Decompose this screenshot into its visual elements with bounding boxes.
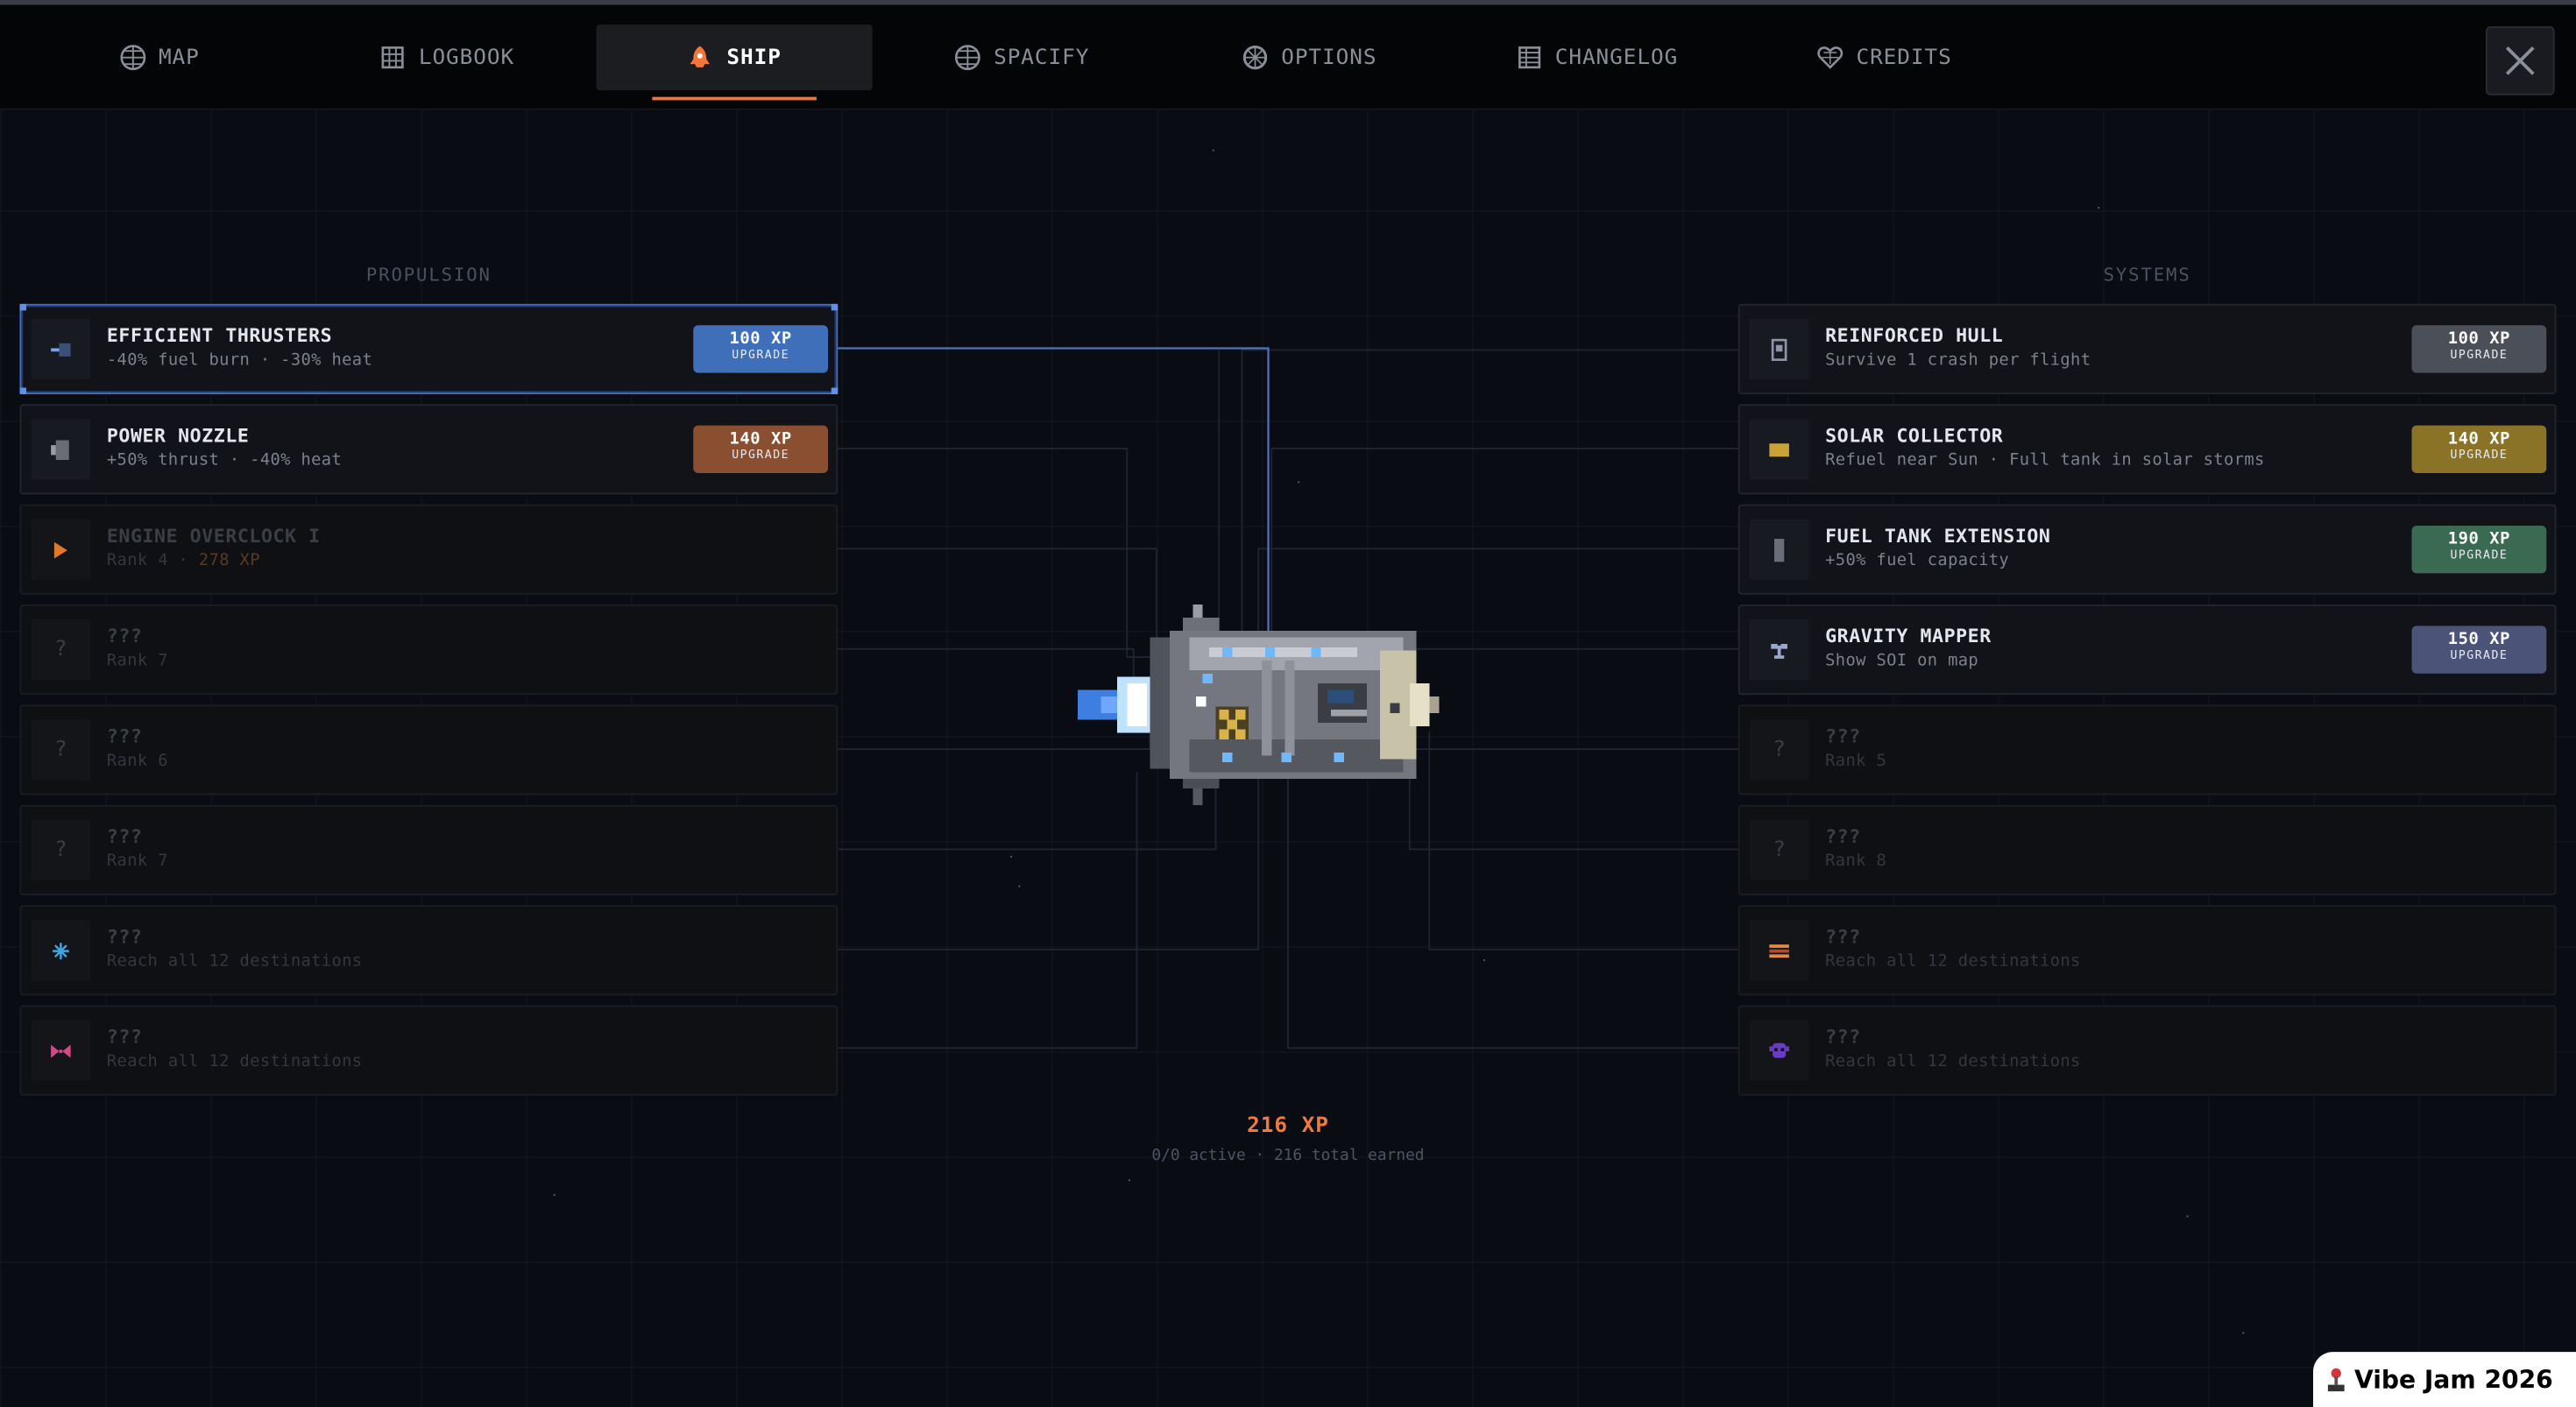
- ship-upgrades-screen: MAP LOGBOOK SHIP SPACIFY OPTIONS CHANGEL…: [0, 0, 2576, 1407]
- upgrade-label: UPGRADE: [2450, 548, 2509, 562]
- upgrade-cost: 190 XP: [2447, 530, 2510, 549]
- card-subtitle: Reach all 12 destinations: [1825, 952, 2081, 972]
- upgrade-cost: 140 XP: [729, 430, 792, 449]
- xp-summary: 0/0 active · 216 total earned: [1124, 1147, 1453, 1165]
- badge-label: Vibe Jam 2026: [2353, 1365, 2553, 1395]
- upgrade-card-fuel-tank-extension[interactable]: FUEL TANK EXTENSION +50% fuel capacity 1…: [1737, 504, 2557, 595]
- upgrade-card-gravity-mapper[interactable]: GRAVITY MAPPER Show SOI on map 150 XP UP…: [1737, 605, 2557, 696]
- card-subtitle: Rank 7: [106, 652, 168, 670]
- card-subtitle: Rank 6: [106, 752, 168, 771]
- question-icon: ?: [1749, 719, 1809, 781]
- card-subtitle: Reach all 12 destinations: [1825, 1052, 2081, 1071]
- locked-card: ? ??? Rank 7: [19, 804, 839, 895]
- card-subtitle: Survive 1 crash per flight: [1825, 351, 2091, 370]
- upgrade-card-reinforced-hull[interactable]: REINFORCED HULL Survive 1 crash per flig…: [1737, 303, 2557, 394]
- upgrade-label: UPGRADE: [732, 348, 790, 362]
- xp-balance: 216 XP: [1247, 1114, 1329, 1139]
- thruster-icon: [31, 318, 91, 380]
- upgrade-card-efficient-thrusters[interactable]: EFFICIENT THRUSTERS -40% fuel burn · -30…: [19, 303, 839, 394]
- systems-title: SYSTEMS: [2103, 264, 2191, 286]
- card-title: ???: [106, 824, 143, 848]
- card-subtitle: Rank 5: [1825, 752, 1887, 771]
- bowtie-icon: [31, 1020, 91, 1081]
- achievement-card: ??? Reach all 12 destinations: [1737, 905, 2557, 996]
- upgrade-label: UPGRADE: [2450, 348, 2509, 362]
- propulsion-title: PROPULSION: [365, 264, 492, 286]
- card-title: ???: [1825, 924, 1861, 948]
- fuel-tank-icon: [1749, 519, 1809, 580]
- card-title: ???: [106, 724, 143, 748]
- hull-icon: [1749, 318, 1809, 380]
- upgrade-label: UPGRADE: [732, 448, 790, 462]
- upgrade-label: UPGRADE: [2450, 448, 2509, 462]
- question-icon: ?: [1749, 819, 1809, 880]
- card-subtitle: +50% thrust · -40% heat: [106, 451, 343, 470]
- question-icon: ?: [31, 719, 91, 781]
- vibe-jam-badge[interactable]: Vibe Jam 2026: [2313, 1352, 2576, 1407]
- upgrade-button[interactable]: 140 XP UPGRADE: [2411, 425, 2547, 473]
- separator: ·: [1255, 1146, 1265, 1165]
- locked-card: ? ??? Rank 8: [1737, 804, 2557, 895]
- upgrade-button[interactable]: 100 XP UPGRADE: [693, 325, 828, 373]
- card-subtitle: +50% fuel capacity: [1825, 552, 2010, 570]
- total-earned: 216 total earned: [1273, 1146, 1425, 1165]
- achievement-card: ??? Reach all 12 destinations: [19, 905, 839, 996]
- card-title: ???: [1825, 724, 1861, 748]
- card-subtitle: Refuel near Sun · Full tank in solar sto…: [1825, 451, 2265, 470]
- card-title: ???: [106, 1025, 143, 1049]
- upgrade-label: UPGRADE: [2450, 648, 2509, 662]
- solar-panel-icon: [1749, 419, 1809, 480]
- upgrade-cost: 150 XP: [2447, 631, 2510, 649]
- card-subtitle: Reach all 12 destinations: [106, 952, 363, 972]
- upgrade-cost: 100 XP: [729, 329, 792, 349]
- card-subtitle: Show SOI on map: [1825, 652, 1979, 670]
- card-subtitle: Rank 7: [106, 852, 168, 871]
- rank-requirement: Rank 4: [106, 552, 168, 570]
- card-subtitle: Reach all 12 destinations: [106, 1052, 363, 1071]
- card-title: ENGINE OVERCLOCK I: [106, 524, 321, 548]
- upgrade-button[interactable]: 100 XP UPGRADE: [2411, 325, 2547, 373]
- nozzle-icon: [31, 419, 91, 480]
- card-title: POWER NOZZLE: [106, 423, 250, 447]
- burger-icon: [1749, 920, 1809, 981]
- upgrade-card-solar-collector[interactable]: SOLAR COLLECTOR Refuel near Sun · Full t…: [1737, 404, 2557, 495]
- active-count: 0/0 active: [1151, 1146, 1246, 1165]
- upgrade-button[interactable]: 140 XP UPGRADE: [693, 425, 828, 473]
- locked-card: ? ??? Rank 5: [1737, 704, 2557, 795]
- card-title: ???: [1825, 1025, 1861, 1049]
- upgrade-card-engine-overclock[interactable]: ENGINE OVERCLOCK I Rank 4 · 278 XP: [19, 504, 839, 595]
- card-subtitle: -40% fuel burn · -30% heat: [106, 351, 373, 370]
- card-title: GRAVITY MAPPER: [1825, 624, 1992, 647]
- upgrade-cost: 100 XP: [2447, 329, 2510, 349]
- locked-card: ? ??? Rank 6: [19, 704, 839, 795]
- upgrade-button[interactable]: 150 XP UPGRADE: [2411, 626, 2547, 674]
- satellite-icon: [1749, 619, 1809, 681]
- upgrade-button[interactable]: 190 XP UPGRADE: [2411, 526, 2547, 574]
- card-title: EFFICIENT THRUSTERS: [106, 323, 333, 347]
- card-title: FUEL TANK EXTENSION: [1825, 524, 2051, 548]
- ship-sprite: [1078, 605, 1440, 805]
- locked-card: ? ??? Rank 7: [19, 605, 839, 696]
- achievement-card: ??? Reach all 12 destinations: [19, 1005, 839, 1096]
- achievement-card: ??? Reach all 12 destinations: [1737, 1005, 2557, 1096]
- snowflake-icon: [31, 920, 91, 981]
- card-title: REINFORCED HULL: [1825, 323, 2004, 347]
- card-subtitle: Rank 8: [1825, 852, 1887, 871]
- card-title: ???: [106, 924, 143, 948]
- alien-icon: [1749, 1020, 1809, 1081]
- joystick-icon: [2327, 1368, 2345, 1392]
- card-title: ???: [106, 624, 143, 647]
- question-icon: ?: [31, 819, 91, 880]
- card-title: ???: [1825, 824, 1861, 848]
- upgrade-cost: 140 XP: [2447, 430, 2510, 449]
- overclock-icon: [31, 519, 91, 580]
- card-title: SOLAR COLLECTOR: [1825, 423, 2004, 447]
- upgrade-card-power-nozzle[interactable]: POWER NOZZLE +50% thrust · -40% heat 140…: [19, 404, 839, 495]
- card-subtitle: Rank 4 · 278 XP: [106, 552, 260, 570]
- unlock-cost: 278 XP: [198, 552, 260, 570]
- question-icon: ?: [31, 619, 91, 681]
